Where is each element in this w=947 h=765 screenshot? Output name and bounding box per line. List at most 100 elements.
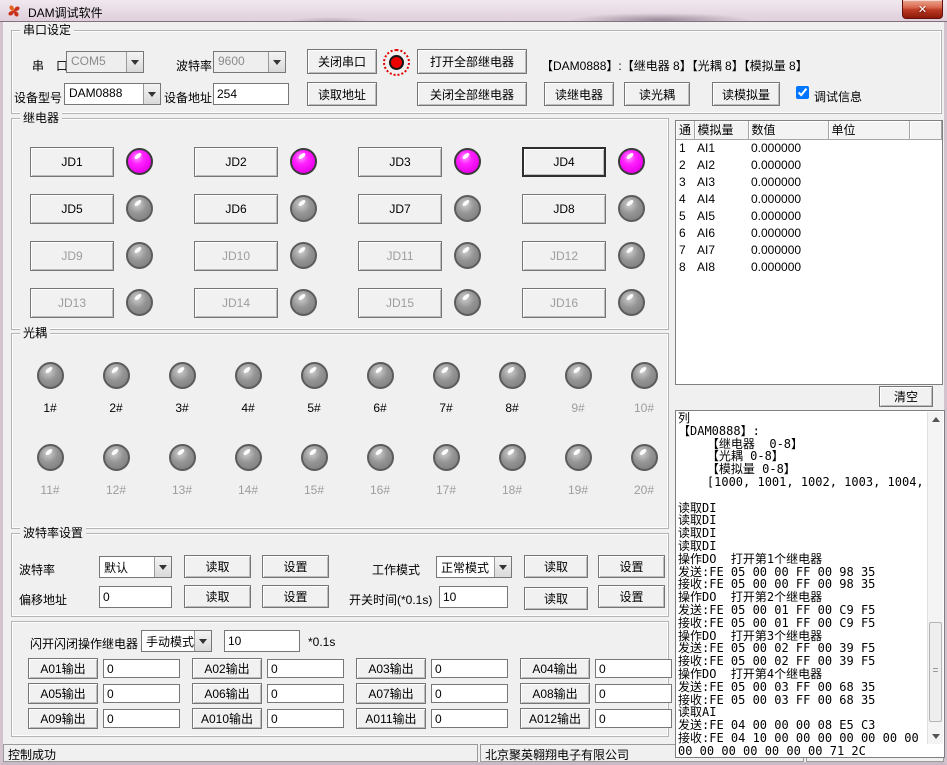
table-row[interactable]: 2AI20.000000: [676, 156, 942, 173]
cell-value: 0.000000: [748, 258, 828, 275]
analog-output-button[interactable]: A02输出: [192, 658, 262, 679]
device-address-input[interactable]: [213, 83, 289, 105]
cell-ch: 1: [676, 139, 694, 156]
cell-unit: [828, 258, 909, 275]
baudrate-select[interactable]: 9600: [213, 51, 286, 73]
relay-button[interactable]: JD14: [194, 288, 278, 318]
relay-button[interactable]: JD15: [358, 288, 442, 318]
chevron-down-icon[interactable]: [154, 557, 171, 577]
offset-set-button[interactable]: 设置: [262, 585, 329, 608]
read-analog-button[interactable]: 读模拟量: [712, 82, 780, 106]
scroll-up-icon[interactable]: [928, 412, 944, 427]
analog-output-button[interactable]: A012输出: [520, 708, 590, 729]
analog-output-input[interactable]: [595, 659, 672, 678]
scrollbar-thumb[interactable]: [929, 622, 942, 722]
mode-read-button[interactable]: 读取: [524, 555, 588, 578]
open-all-relays-button[interactable]: 打开全部继电器: [417, 49, 527, 74]
table-row[interactable]: 4AI40.000000: [676, 190, 942, 207]
chevron-down-icon[interactable]: [494, 557, 511, 577]
debug-info-checkbox[interactable]: [796, 86, 809, 99]
baud-read-button[interactable]: 读取: [184, 555, 251, 578]
analog-output-button[interactable]: A04输出: [520, 658, 590, 679]
analog-output-button[interactable]: A06输出: [192, 683, 262, 704]
opto-row-2: 11# 12# 13# 14# 15# 16# 17# 18# 19# 20#: [17, 444, 677, 497]
analog-output-input[interactable]: [431, 684, 508, 703]
analog-output-input[interactable]: [595, 709, 672, 728]
mode-set-button[interactable]: 设置: [598, 555, 665, 578]
clear-log-button[interactable]: 清空: [879, 386, 933, 407]
analog-output-input[interactable]: [431, 659, 508, 678]
title-bar[interactable]: DAM调试软件 ✕: [0, 0, 947, 22]
analog-output-button[interactable]: A010输出: [192, 708, 262, 729]
read-relay-button[interactable]: 读继电器: [544, 82, 614, 106]
relay-button[interactable]: JD12: [522, 241, 606, 271]
chevron-down-icon[interactable]: [194, 631, 211, 651]
chevron-down-icon[interactable]: [126, 52, 143, 72]
device-model-select[interactable]: DAM0888: [64, 83, 161, 105]
analog-output-button[interactable]: A07输出: [356, 683, 426, 704]
analog-output-input[interactable]: [103, 684, 180, 703]
analog-output-input[interactable]: [431, 709, 508, 728]
relay-button[interactable]: JD3: [358, 147, 442, 177]
flash-mode-value: 手动模式: [142, 631, 194, 651]
cell-value: 0.000000: [748, 241, 828, 258]
relay-button[interactable]: JD7: [358, 194, 442, 224]
close-button[interactable]: ✕: [902, 0, 943, 19]
close-serial-button[interactable]: 关闭串口: [307, 49, 377, 74]
relay-button[interactable]: JD2: [194, 147, 278, 177]
analog-output-button[interactable]: A011输出: [356, 708, 426, 729]
offset-read-button[interactable]: 读取: [184, 585, 251, 608]
relay-button[interactable]: JD11: [358, 241, 442, 271]
relay-button[interactable]: JD16: [522, 288, 606, 318]
analog-output-button[interactable]: A03输出: [356, 658, 426, 679]
table-row[interactable]: 6AI60.000000: [676, 224, 942, 241]
analog-output-input[interactable]: [267, 659, 344, 678]
table-row[interactable]: 3AI30.000000: [676, 173, 942, 190]
com-port-select[interactable]: COM5: [66, 51, 144, 73]
table-row[interactable]: 8AI80.000000: [676, 258, 942, 275]
relay-button[interactable]: JD10: [194, 241, 278, 271]
log-text[interactable]: 列 【DAM0888】: 【继电器 0-8】 【光耦 0-8】 【模拟量 0-8…: [678, 412, 926, 756]
analog-output-button[interactable]: A08输出: [520, 683, 590, 704]
relay-light: [618, 289, 645, 316]
table-row[interactable]: 5AI50.000000: [676, 207, 942, 224]
relay-button[interactable]: JD13: [30, 288, 114, 318]
close-all-relays-button[interactable]: 关闭全部继电器: [417, 82, 527, 106]
analog-output-button[interactable]: A01输出: [28, 658, 98, 679]
log-scrollbar[interactable]: [927, 412, 943, 744]
analog-output-input[interactable]: [267, 709, 344, 728]
analog-output-input[interactable]: [103, 659, 180, 678]
flash-mode-select[interactable]: 手动模式: [141, 630, 212, 652]
relay-button[interactable]: JD1: [30, 147, 114, 177]
relay-button[interactable]: JD9: [30, 241, 114, 271]
analog-output-button[interactable]: A09输出: [28, 708, 98, 729]
chevron-down-icon[interactable]: [268, 52, 285, 72]
switch-read-button[interactable]: 读取: [524, 587, 588, 610]
analog-output-input[interactable]: [103, 709, 180, 728]
analog-output-cell: A012输出: [520, 706, 684, 731]
baud-set-button[interactable]: 设置: [262, 555, 329, 578]
relay-button[interactable]: JD8: [522, 194, 606, 224]
offset-address-input[interactable]: [99, 586, 172, 608]
table-row[interactable]: 1AI10.000000: [676, 139, 942, 156]
relay-button[interactable]: JD5: [30, 194, 114, 224]
relay-button[interactable]: JD6: [194, 194, 278, 224]
flash-time-input[interactable]: [224, 630, 300, 652]
baud-default-select[interactable]: 默认: [99, 556, 172, 578]
analog-output-button[interactable]: A05输出: [28, 683, 98, 704]
table-row[interactable]: 7AI70.000000: [676, 241, 942, 258]
device-info-label: 【DAM0888】:【继电器 8】【光耦 8】【模拟量 8】: [541, 57, 808, 74]
read-opto-button[interactable]: 读光耦: [624, 82, 690, 106]
read-address-button[interactable]: 读取地址: [307, 82, 377, 106]
relay-button[interactable]: JD4: [522, 147, 606, 177]
scroll-down-icon[interactable]: [928, 729, 944, 744]
analog-output-cell: A03输出: [356, 656, 520, 681]
analog-output-input[interactable]: [595, 684, 672, 703]
relay-cell: JD11: [358, 232, 522, 279]
analog-output-input[interactable]: [267, 684, 344, 703]
switch-set-button[interactable]: 设置: [598, 585, 665, 608]
switch-time-input[interactable]: [439, 586, 508, 608]
work-mode-select[interactable]: 正常模式: [436, 556, 512, 578]
chevron-down-icon[interactable]: [143, 84, 160, 104]
baud-settings-group: 波特率设置 波特率 默认 读取 设置 工作模式 正常模式 读取 设置 偏移地址 …: [11, 533, 669, 617]
